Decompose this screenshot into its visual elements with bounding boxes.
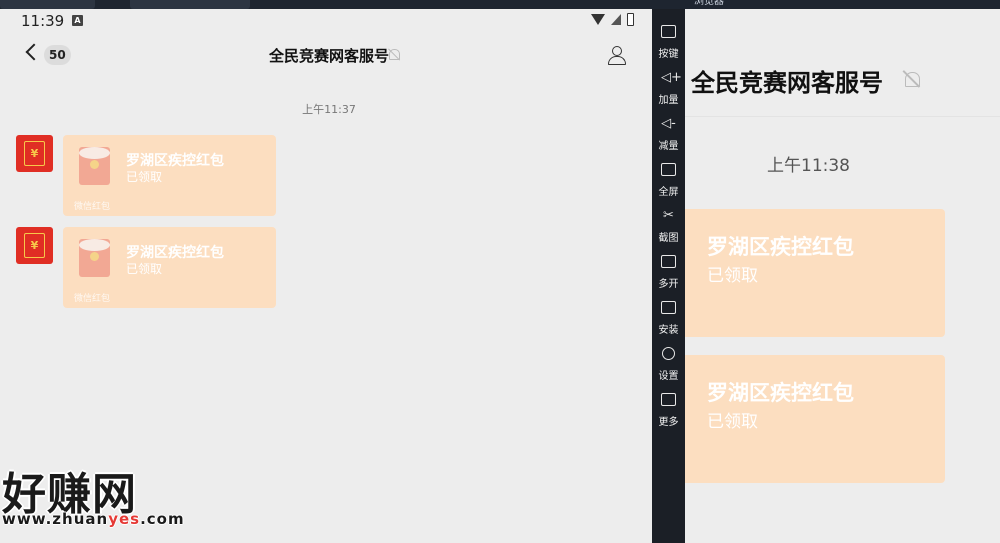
toolbar-install-button[interactable]: 安装: [652, 297, 685, 343]
browser-tab-strip: [685, 0, 1000, 9]
red-packet-title: 罗湖区疾控红包: [707, 381, 854, 405]
notification-badge-icon: A: [72, 15, 83, 26]
toolbar-label: 设置: [658, 371, 679, 382]
red-packet-footer: 微信红包: [74, 294, 111, 304]
red-packet-bubble[interactable]: 罗湖区疾控红包 已领取 微信红包: [63, 135, 276, 216]
browser-tab-label[interactable]: 浏览器: [690, 0, 728, 9]
red-packet-flap: [79, 239, 110, 251]
message-timestamp: 上午11:37: [302, 103, 356, 116]
screen: 浏览器 11:39 A 50 全民竞赛网客服号 上午11:37 ¥ 罗湖区疾控红…: [0, 0, 1000, 543]
toolbar-label: 减量: [658, 141, 679, 152]
watermark: 好赚网 www.zhuanyes.com: [0, 458, 200, 536]
toolbar-keys-button[interactable]: 按键: [652, 21, 685, 67]
red-packet-status: 已领取: [707, 266, 758, 286]
status-bar: 11:39 A: [6, 9, 652, 33]
red-packet-coin: [90, 252, 99, 261]
red-packet-title: 罗湖区疾控红包: [707, 235, 854, 259]
toolbar-volume-down-button[interactable]: ◁- 减量: [652, 113, 685, 159]
toolbar-settings-button[interactable]: 设置: [652, 343, 685, 389]
mute-bell-icon: [389, 49, 400, 60]
red-packet-title: 罗湖区疾控红包: [126, 245, 224, 261]
toolbar-screenshot-button[interactable]: ✂ 截图: [652, 205, 685, 251]
avatar[interactable]: ¥: [16, 135, 53, 172]
keyboard-icon: [661, 25, 676, 38]
avatar[interactable]: ¥: [16, 227, 53, 264]
multi-open-icon: [661, 255, 676, 268]
toolbar-label: 按键: [658, 49, 679, 60]
battery-icon: [627, 13, 634, 26]
toolbar-label: 安装: [658, 325, 679, 336]
volume-up-icon: ◁+: [661, 70, 682, 85]
toolbar-label: 全屏: [658, 187, 679, 198]
toolbar-fullscreen-button[interactable]: 全屏: [652, 159, 685, 205]
toolbar-label: 多开: [658, 279, 679, 290]
user-icon-body: [608, 56, 626, 65]
more-icon: [661, 393, 676, 406]
yen-icon: ¥: [30, 239, 39, 252]
apk-icon: [661, 301, 676, 314]
watermark-url-highlight: yes: [108, 510, 141, 528]
red-packet-bubble[interactable]: 罗湖区疾控红包 已领取: [685, 355, 945, 483]
red-packet-icon: [79, 147, 110, 185]
red-packet-coin: [90, 160, 99, 169]
mute-bell-icon: [905, 72, 920, 87]
red-packet-status: 已领取: [126, 170, 163, 184]
settings-icon: [662, 347, 675, 360]
watermark-url-prefix: www.zhuan: [2, 510, 109, 528]
signal-icon: [611, 14, 621, 25]
red-packet-icon: [79, 239, 110, 277]
red-packet-footer: 微信红包: [74, 202, 111, 212]
profile-button[interactable]: [606, 45, 628, 67]
browser-chat-title: 全民竞赛网客服号: [691, 69, 883, 97]
header-divider: [685, 116, 1000, 117]
user-icon: [612, 46, 622, 56]
red-packet-status: 已领取: [126, 262, 163, 276]
message-row: ¥ 罗湖区疾控红包 已领取 微信红包: [16, 135, 296, 217]
toolbar-label: 截图: [658, 233, 679, 244]
red-packet-status: 已领取: [707, 412, 758, 432]
wifi-icon: [591, 14, 605, 25]
scissors-icon: ✂: [663, 208, 674, 223]
host-tab[interactable]: [0, 0, 95, 9]
watermark-url: www.zhuanyes.com: [2, 510, 185, 528]
volume-down-icon: ◁-: [661, 116, 676, 131]
fullscreen-icon: [661, 163, 676, 176]
browser-panel: 全民竞赛网客服号 上午11:38 罗湖区疾控红包 已领取 罗湖区疾控红包 已领取: [685, 9, 1000, 543]
toolbar-more-button[interactable]: 更多: [652, 389, 685, 435]
red-packet-bubble[interactable]: 罗湖区疾控红包 已领取: [685, 209, 945, 337]
status-time: 11:39: [21, 12, 65, 30]
message-row: ¥ 罗湖区疾控红包 已领取 微信红包: [16, 227, 296, 309]
toolbar-multi-open-button[interactable]: 多开: [652, 251, 685, 297]
emulator-toolbar: 按键 ◁+ 加量 ◁- 减量 全屏 ✂ 截图 多开 安装 设置 更多: [652, 9, 685, 543]
chat-title: 全民竞赛网客服号: [268, 47, 389, 65]
red-packet-flap: [79, 147, 110, 159]
toolbar-volume-up-button[interactable]: ◁+ 加量: [652, 67, 685, 113]
host-tab[interactable]: [130, 0, 250, 9]
watermark-url-suffix: .com: [140, 510, 185, 528]
red-packet-title: 罗湖区疾控红包: [126, 153, 224, 169]
message-timestamp: 上午11:38: [767, 156, 850, 176]
toolbar-label: 加量: [658, 95, 679, 106]
red-packet-bubble[interactable]: 罗湖区疾控红包 已领取 微信红包: [63, 227, 276, 308]
toolbar-label: 更多: [658, 417, 679, 428]
yen-icon: ¥: [30, 147, 39, 160]
chat-header: 50 全民竞赛网客服号: [6, 33, 652, 77]
